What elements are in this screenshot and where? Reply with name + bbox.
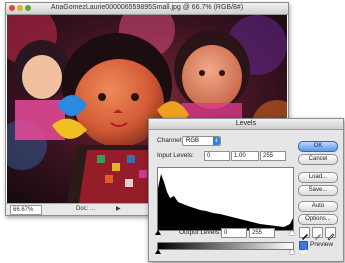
zoom-field[interactable]: 66.67% [10,205,42,215]
channel-select[interactable]: RGB ⇕ [182,136,221,146]
options-button[interactable]: Options... [298,214,338,225]
histogram-graph [158,174,293,230]
input-levels-label: Input Levels: [157,152,194,159]
checkmark-icon [300,249,307,255]
channel-value: RGB [186,138,200,144]
document-title-bar[interactable]: AnaGomezLaurie000006559895Small.jpg @ 66… [6,3,288,15]
input-gamma-field[interactable]: 1.00 [231,151,259,161]
load-button[interactable]: Load... [298,172,338,183]
input-white-field[interactable]: 255 [260,151,286,161]
chevron-updown-icon: ⇕ [213,137,220,145]
preview-checkbox[interactable] [299,241,308,255]
output-white-field[interactable]: 255 [249,228,275,238]
auto-button[interactable]: Auto [298,201,338,212]
output-levels-label: Output Levels: [179,229,221,236]
white-eyedropper-icon[interactable] [325,227,336,241]
levels-dialog: Levels Channel: RGB ⇕ Input Levels: 0 1.… [148,118,344,262]
levels-title: Levels [235,120,257,127]
document-info[interactable]: Doc: ... [76,206,95,212]
output-black-slider[interactable] [155,249,161,254]
save-button[interactable]: Save... [298,185,338,196]
black-eyedropper-icon[interactable] [299,227,310,240]
output-black-field[interactable]: 0 [221,228,247,238]
output-gradient-bar [157,242,294,250]
levels-title-bar[interactable]: Levels [149,119,343,130]
document-title: AnaGomezLaurie000006559895Small.jpg @ 66… [50,4,244,11]
preview-label: Preview [310,241,334,248]
input-black-slider[interactable] [155,230,161,235]
cancel-button[interactable]: Cancel [298,154,338,165]
input-black-field[interactable]: 0 [204,151,230,161]
output-white-slider[interactable] [289,249,295,254]
status-menu-arrow-icon[interactable]: ▶ [116,205,121,212]
gray-eyedropper-icon[interactable] [312,227,323,240]
ok-button[interactable]: OK [298,141,338,152]
channel-label: Channel: [157,137,184,144]
input-white-slider[interactable] [289,230,295,235]
histogram [157,167,294,231]
